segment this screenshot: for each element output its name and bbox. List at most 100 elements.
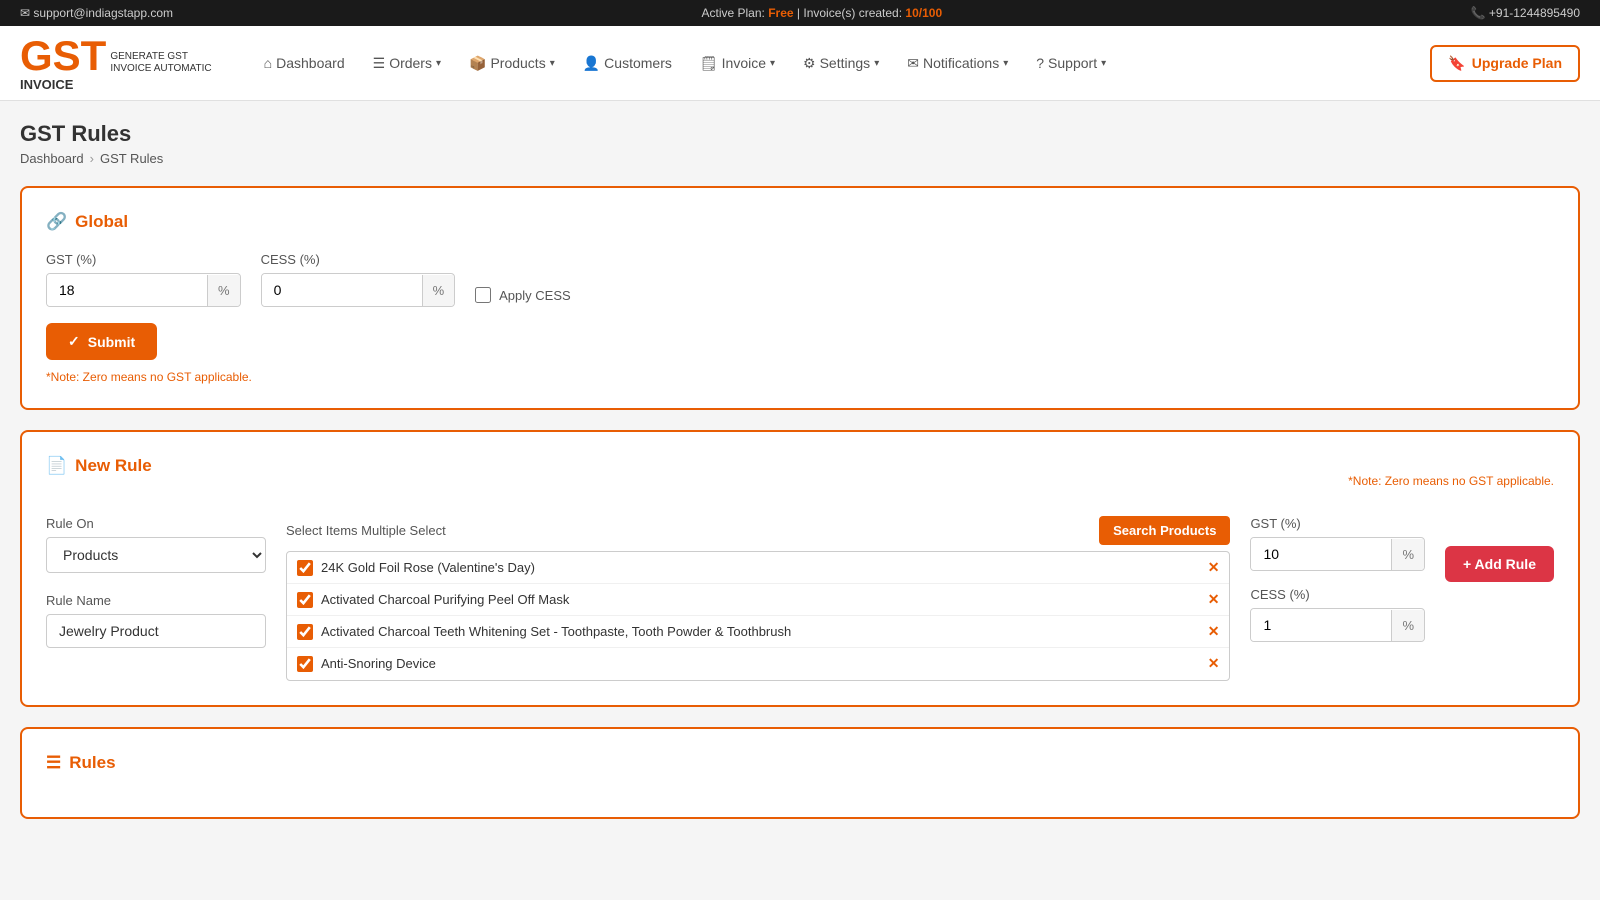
rule-on-select[interactable]: Products Customers Categories	[46, 537, 266, 573]
nav-links: ⌂ Dashboard ☰ Orders ▾ 📦 Products ▾ 👤 Cu…	[252, 45, 1580, 82]
upgrade-button[interactable]: 🔖 Upgrade Plan	[1430, 45, 1580, 82]
phone-icon: 📞	[1471, 6, 1486, 20]
new-rule-cess-group: CESS (%) %	[1250, 587, 1425, 642]
apply-cess-label: Apply CESS	[499, 288, 571, 303]
new-rule-icon: 📄	[46, 456, 67, 476]
products-icon: 📦	[469, 55, 486, 72]
gst-input-wrapper: %	[46, 273, 241, 307]
upgrade-icon: 🔖	[1448, 55, 1465, 72]
item-checkbox-1[interactable]	[297, 560, 313, 576]
select-items-label: Select Items Multiple Select	[286, 523, 446, 538]
support-icon: ?	[1036, 55, 1044, 71]
nav-orders[interactable]: ☰ Orders ▾	[361, 47, 453, 80]
customers-icon: 👤	[583, 55, 600, 72]
global-card: 🔗 Global GST (%) % CESS (%) % Apply C	[20, 186, 1580, 410]
support-chevron: ▾	[1101, 58, 1106, 69]
cess-group: CESS (%) %	[261, 252, 456, 307]
email-icon: ✉	[20, 6, 30, 20]
global-card-title: 🔗 Global	[46, 212, 1554, 232]
settings-chevron: ▾	[874, 58, 879, 69]
new-rule-gst-percent-icon: %	[1391, 539, 1424, 570]
new-rule-header: 📄 New Rule *Note: Zero means no GST appl…	[46, 456, 1554, 496]
phone-number: 📞 +91-1244895490	[1471, 6, 1580, 20]
global-form-row: GST (%) % CESS (%) % Apply CESS	[46, 252, 1554, 307]
item-remove-4[interactable]: ✕	[1208, 655, 1220, 672]
search-products-button[interactable]: Search Products	[1099, 516, 1230, 545]
submit-button[interactable]: ✓ Submit	[46, 323, 157, 360]
rule-on-label: Rule On	[46, 516, 266, 531]
new-rule-card: 📄 New Rule *Note: Zero means no GST appl…	[20, 430, 1580, 707]
item-remove-1[interactable]: ✕	[1208, 559, 1220, 576]
item-checkbox-3[interactable]	[297, 624, 313, 640]
new-rule-cess-percent-icon: %	[1391, 610, 1424, 641]
add-rule-wrapper: + Add Rule	[1445, 516, 1554, 582]
gst-group: GST (%) %	[46, 252, 241, 307]
logo[interactable]: GST INVOICE GENERATE GSTINVOICE AUTOMATI…	[20, 35, 212, 92]
new-rule-gst-group: GST (%) %	[1250, 516, 1425, 571]
cess-input[interactable]	[262, 274, 422, 306]
global-note: *Note: Zero means no GST applicable.	[46, 370, 1554, 384]
new-rule-note: *Note: Zero means no GST applicable.	[1348, 474, 1554, 488]
list-item: 24K Gold Foil Rose (Valentine's Day) ✕	[287, 552, 1229, 584]
notifications-chevron: ▾	[1003, 58, 1008, 69]
item-label-2: Activated Charcoal Purifying Peel Off Ma…	[321, 592, 1200, 607]
global-icon: 🔗	[46, 212, 67, 232]
submit-check-icon: ✓	[68, 333, 80, 350]
item-label-3: Activated Charcoal Teeth Whitening Set -…	[321, 624, 1200, 639]
orders-chevron: ▾	[436, 58, 441, 69]
nav-settings[interactable]: ⚙ Settings ▾	[791, 47, 891, 80]
cess-percent-icon: %	[422, 275, 455, 306]
new-rule-form: Rule On Products Customers Categories Ru…	[46, 516, 1554, 681]
orders-icon: ☰	[373, 55, 386, 72]
list-item: Activated Charcoal Teeth Whitening Set -…	[287, 616, 1229, 648]
page-title: GST Rules	[20, 121, 1580, 147]
page-content: GST Rules Dashboard › GST Rules 🔗 Global…	[0, 101, 1600, 859]
home-icon: ⌂	[264, 55, 272, 71]
navbar: GST INVOICE GENERATE GSTINVOICE AUTOMATI…	[0, 26, 1600, 101]
rule-on-group: Rule On Products Customers Categories Ru…	[46, 516, 266, 648]
add-rule-button[interactable]: + Add Rule	[1445, 546, 1554, 582]
new-rule-gst-input-wrapper: %	[1250, 537, 1425, 571]
nav-products[interactable]: 📦 Products ▾	[457, 47, 567, 80]
nav-invoice[interactable]: 🗒 Invoice ▾	[688, 47, 787, 80]
item-checkbox-2[interactable]	[297, 592, 313, 608]
nav-notifications[interactable]: ✉ Notifications ▾	[895, 47, 1020, 80]
logo-invoice: INVOICE	[20, 77, 106, 92]
new-rule-gst-input[interactable]	[1251, 538, 1391, 570]
item-checkbox-4[interactable]	[297, 656, 313, 672]
cess-label: CESS (%)	[261, 252, 456, 267]
apply-cess-row: Apply CESS	[475, 287, 571, 307]
products-chevron: ▾	[550, 58, 555, 69]
rules-title: ☰ Rules	[46, 753, 1554, 773]
new-rule-cess-label: CESS (%)	[1250, 587, 1425, 602]
gst-input[interactable]	[47, 274, 207, 306]
breadcrumb-home[interactable]: Dashboard	[20, 151, 84, 166]
nav-support[interactable]: ? Support ▾	[1024, 47, 1118, 79]
invoice-chevron: ▾	[770, 58, 775, 69]
logo-gst: GST	[20, 35, 106, 77]
rule-name-label: Rule Name	[46, 593, 266, 608]
list-item: Activated Charcoal Purifying Peel Off Ma…	[287, 584, 1229, 616]
select-items-group: Select Items Multiple Select Search Prod…	[286, 516, 1230, 681]
new-rule-cess-input[interactable]	[1251, 609, 1391, 641]
breadcrumb: Dashboard › GST Rules	[20, 151, 1580, 166]
nav-dashboard[interactable]: ⌂ Dashboard	[252, 47, 357, 79]
notifications-icon: ✉	[907, 55, 919, 72]
item-remove-3[interactable]: ✕	[1208, 623, 1220, 640]
plan-info: Active Plan: Free | Invoice(s) created: …	[701, 6, 942, 20]
item-label-4: Anti-Snoring Device	[321, 656, 1200, 671]
nav-customers[interactable]: 👤 Customers	[571, 47, 684, 80]
rule-name-form-group: Rule Name	[46, 593, 266, 648]
items-list[interactable]: 24K Gold Foil Rose (Valentine's Day) ✕ A…	[286, 551, 1230, 681]
item-label-1: 24K Gold Foil Rose (Valentine's Day)	[321, 560, 1200, 575]
rules-icon: ☰	[46, 753, 61, 773]
rule-name-input[interactable]	[46, 614, 266, 648]
list-item: Anti-Snoring Device ✕	[287, 648, 1229, 679]
gst-percent-icon: %	[207, 275, 240, 306]
settings-icon: ⚙	[803, 55, 816, 72]
new-rule-cess-input-wrapper: %	[1250, 608, 1425, 642]
apply-cess-checkbox[interactable]	[475, 287, 491, 303]
gst-label: GST (%)	[46, 252, 241, 267]
item-remove-2[interactable]: ✕	[1208, 591, 1220, 608]
select-items-header: Select Items Multiple Select Search Prod…	[286, 516, 1230, 545]
